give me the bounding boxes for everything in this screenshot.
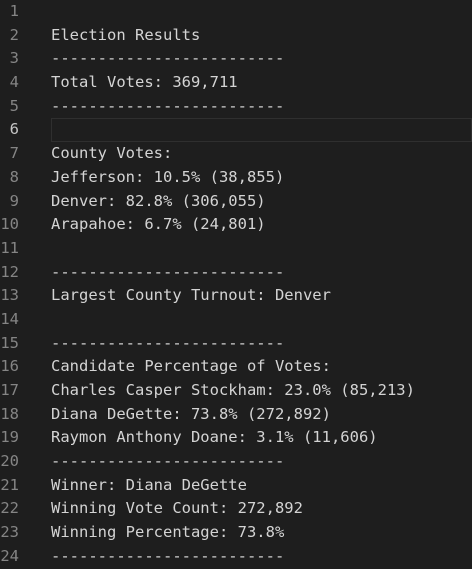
line-number: 5: [9, 96, 19, 115]
editor-line[interactable]: 7 County Votes:: [0, 142, 472, 166]
line-text: Candidate Percentage of Votes:: [51, 357, 331, 376]
line-text: Winning Vote Count: 272,892: [51, 499, 303, 518]
line-number: 20: [0, 452, 19, 471]
editor-line[interactable]: 5 -------------------------: [0, 95, 472, 119]
line-number: 18: [0, 404, 19, 423]
line-number: 9: [9, 191, 19, 210]
editor-line[interactable]: 13 Largest County Turnout: Denver: [0, 284, 472, 308]
line-number: 21: [0, 475, 19, 494]
editor-line[interactable]: 22 Winning Vote Count: 272,892: [0, 497, 472, 521]
line-text: Diana DeGette: 73.8% (272,892): [51, 404, 331, 423]
editor-line[interactable]: 14: [0, 308, 472, 332]
line-text: [19, 0, 51, 24]
editor-line[interactable]: 9 Denver: 82.8% (306,055): [0, 190, 472, 214]
editor-line[interactable]: 15 -------------------------: [0, 332, 472, 356]
line-text: [19, 237, 51, 261]
line-text: Election Results: [51, 25, 201, 44]
line-number: 11: [0, 238, 19, 257]
editor-line[interactable]: 2 Election Results: [0, 24, 472, 48]
line-text: -------------------------: [51, 333, 285, 352]
line-number: 1: [9, 2, 19, 20]
line-text: Winner: Diana DeGette: [51, 475, 247, 494]
editor-line[interactable]: 4 Total Votes: 369,711: [0, 71, 472, 95]
line-number: 14: [0, 309, 19, 328]
line-number: 10: [0, 215, 19, 234]
line-number: 12: [0, 262, 19, 281]
line-number: 13: [0, 286, 19, 305]
line-text: [19, 308, 51, 332]
line-number: 3: [9, 49, 19, 68]
text-editor[interactable]: 1 2 Election Results 3 ---------------------…: [0, 0, 472, 565]
line-number: 23: [0, 523, 19, 542]
line-text: [19, 118, 51, 142]
line-number: 8: [9, 167, 19, 186]
line-number: 16: [0, 357, 19, 376]
line-text: County Votes:: [51, 144, 173, 163]
editor-line[interactable]: 11: [0, 237, 472, 261]
line-text: -------------------------: [51, 49, 285, 68]
line-text: Jefferson: 10.5% (38,855): [51, 167, 285, 186]
line-text: -------------------------: [51, 452, 285, 471]
line-number: 24: [0, 546, 19, 565]
editor-line[interactable]: 17 Charles Casper Stockham: 23.0% (85,213…: [0, 379, 472, 403]
line-text: Largest County Turnout: Denver: [51, 286, 331, 305]
line-number: 22: [0, 499, 19, 518]
line-number: 6: [9, 120, 19, 139]
editor-line[interactable]: 12 -------------------------: [0, 261, 472, 285]
line-text: Arapahoe: 6.7% (24,801): [51, 215, 266, 234]
line-text: -------------------------: [51, 96, 285, 115]
line-text: -------------------------: [51, 546, 285, 565]
editor-line[interactable]: 10 Arapahoe: 6.7% (24,801): [0, 213, 472, 237]
editor-line[interactable]: 18 Diana DeGette: 73.8% (272,892): [0, 403, 472, 427]
line-number: 15: [0, 333, 19, 352]
line-text: Winning Percentage: 73.8%: [51, 523, 285, 542]
editor-line[interactable]: 16 Candidate Percentage of Votes:: [0, 355, 472, 379]
editor-line[interactable]: 1: [0, 0, 472, 24]
line-text: Total Votes: 369,711: [51, 73, 238, 92]
line-number: 17: [0, 381, 19, 399]
line-text: Raymon Anthony Doane: 3.1% (11,606): [51, 428, 378, 447]
editor-line[interactable]: 3 -------------------------: [0, 47, 472, 71]
editor-line[interactable]: 23 Winning Percentage: 73.8%: [0, 521, 472, 545]
editor-line[interactable]: 20 -------------------------: [0, 450, 472, 474]
line-text: Charles Casper Stockham: 23.0% (85,213): [51, 381, 415, 399]
editor-line[interactable]: 21 Winner: Diana DeGette: [0, 474, 472, 498]
editor-line[interactable]: 24 -------------------------: [0, 545, 472, 569]
line-number: 2: [9, 25, 19, 44]
editor-line[interactable]: 8 Jefferson: 10.5% (38,855): [0, 166, 472, 190]
line-text: -------------------------: [51, 262, 285, 281]
editor-line[interactable]: 6: [0, 118, 472, 142]
line-number: 19: [0, 428, 19, 447]
line-number: 7: [9, 144, 19, 163]
line-text: Denver: 82.8% (306,055): [51, 191, 266, 210]
editor-line[interactable]: 19 Raymon Anthony Doane: 3.1% (11,606): [0, 426, 472, 450]
line-number: 4: [9, 73, 19, 92]
